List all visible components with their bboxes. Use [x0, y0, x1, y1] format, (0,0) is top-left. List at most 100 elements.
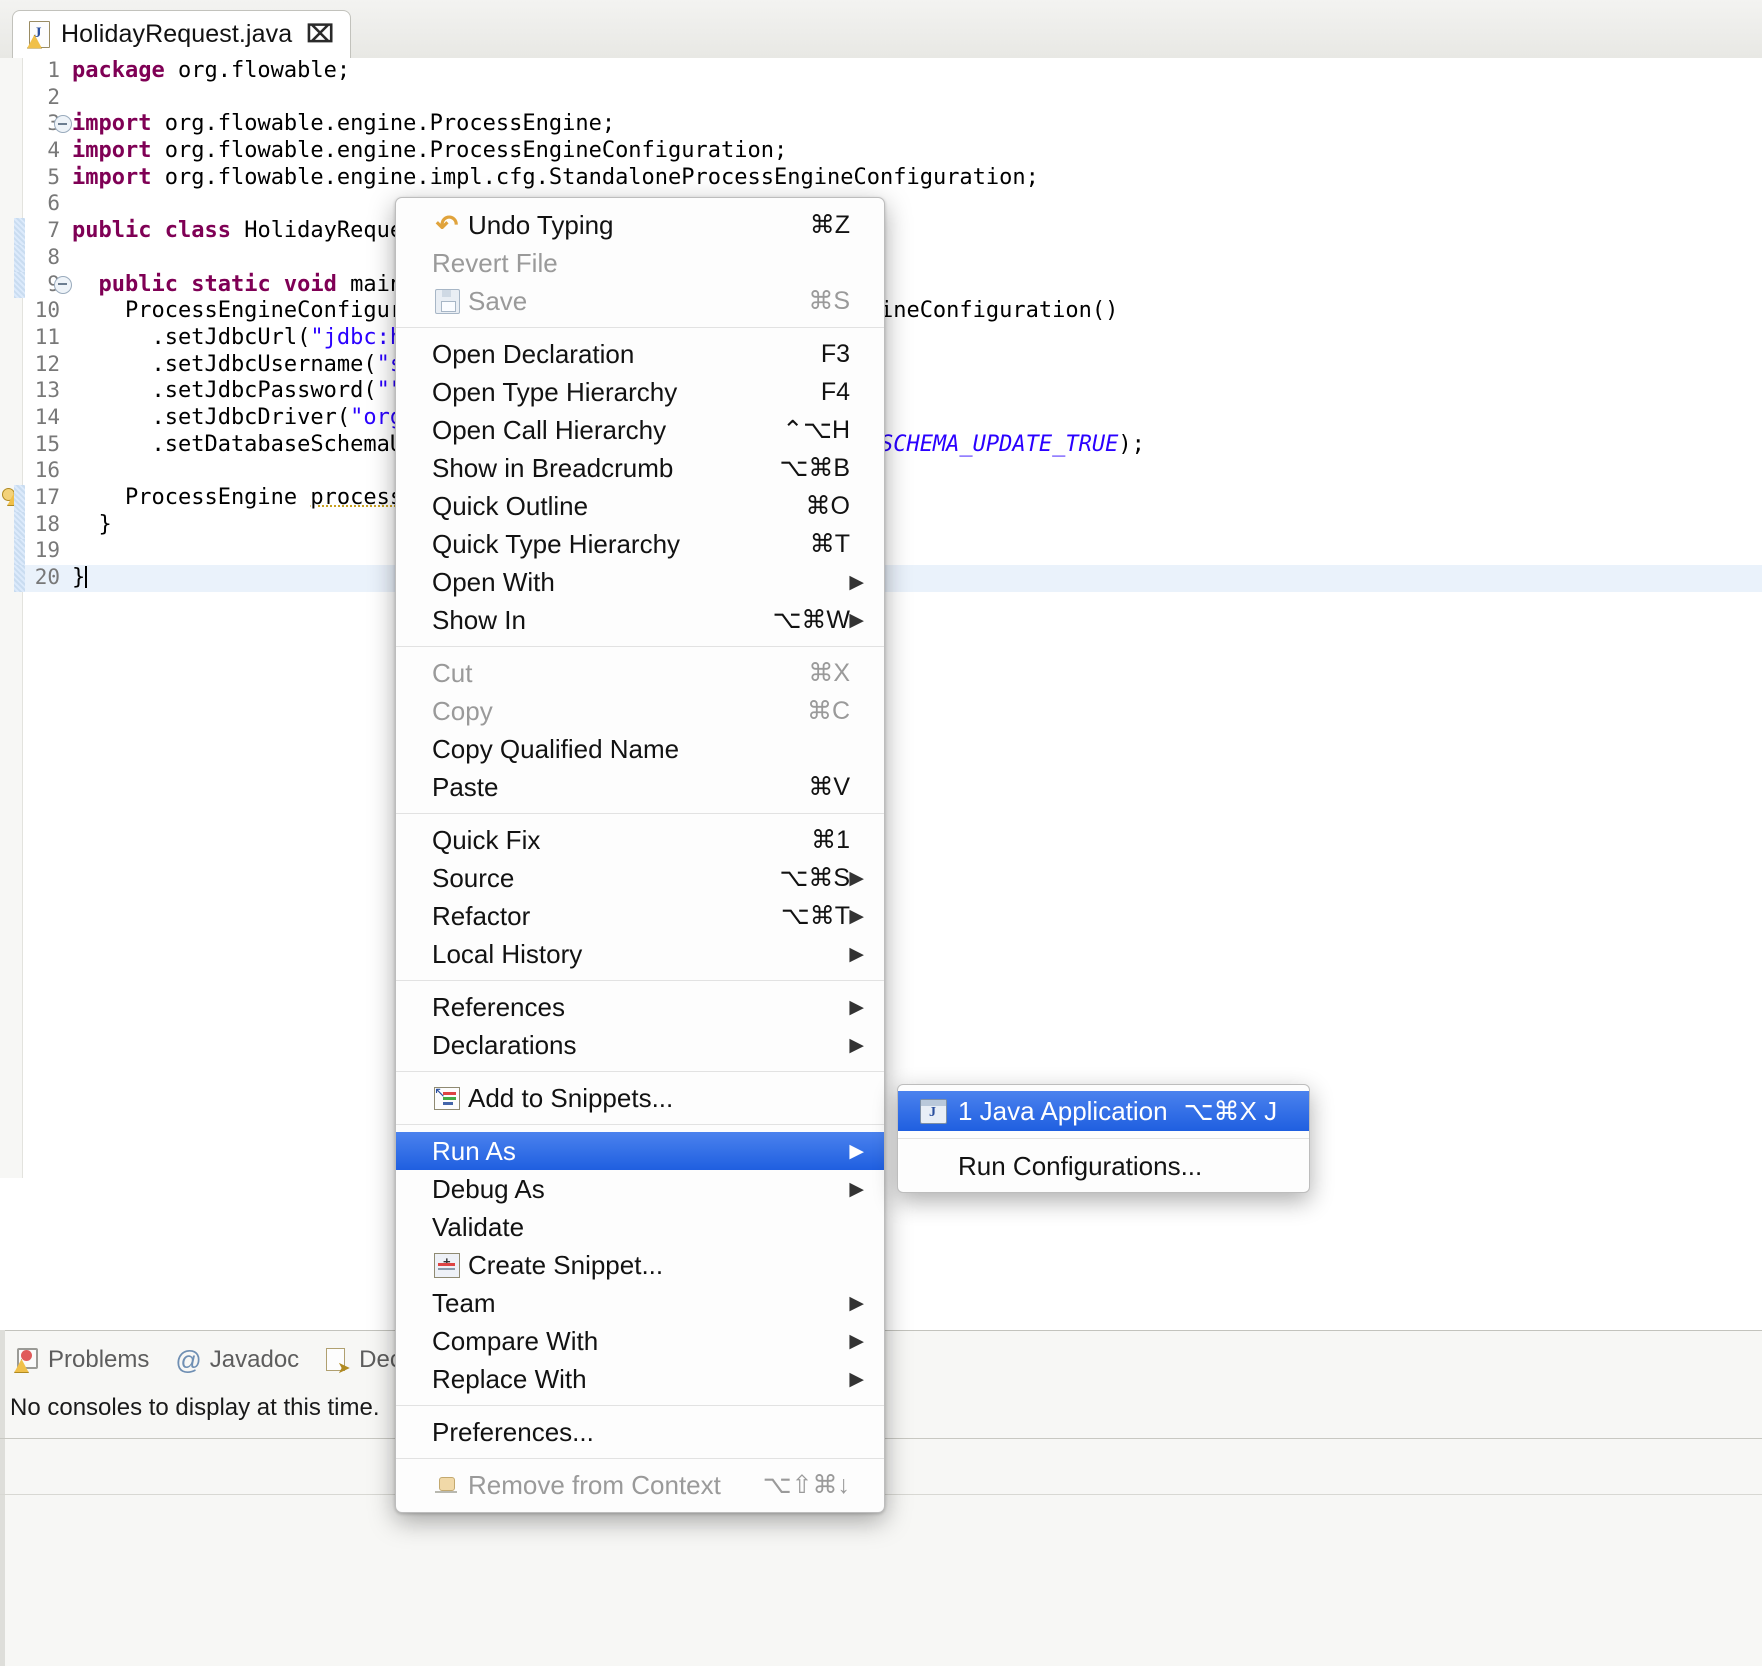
chevron-right-icon: ▶ [849, 1178, 864, 1201]
menu-item-copy-qualified-name[interactable]: Copy Qualified Name [396, 730, 884, 768]
save-icon [435, 289, 460, 314]
menu-item-validate[interactable]: Validate [396, 1208, 884, 1246]
java-file-icon: J [27, 21, 51, 49]
fold-collapse-icon[interactable] [54, 276, 72, 294]
editor-tab-label: HolidayRequest.java [61, 20, 292, 49]
menu-item-quick-type-hierarchy[interactable]: Quick Type Hierarchy⌘T [396, 525, 884, 563]
submenu-item-run-configurations[interactable]: Run Configurations... [898, 1146, 1309, 1186]
code-text: package org.flowable; [72, 58, 350, 83]
line-number: 6 [0, 191, 60, 215]
menu-separator [396, 980, 884, 981]
menu-item-paste[interactable]: Paste⌘V [396, 768, 884, 806]
problems-icon [14, 1347, 40, 1373]
menu-item-label: Create Snippet... [468, 1250, 663, 1281]
menu-item-shortcut: F4 [821, 378, 850, 407]
chevron-right-icon: ▶ [849, 905, 864, 928]
code-text: import org.flowable.engine.impl.cfg.Stan… [72, 165, 1039, 190]
submenu-item-icon: J [920, 1099, 948, 1124]
menu-item-shortcut: ⌘O [806, 491, 850, 521]
menu-item-debug-as[interactable]: Debug As▶ [396, 1170, 884, 1208]
menu-item-quick-fix[interactable]: Quick Fix⌘1 [396, 821, 884, 859]
menu-item-label: Show in Breadcrumb [432, 453, 673, 484]
line-number: 12 [0, 352, 60, 376]
editor-tabstrip: J HolidayRequest.java ⌧ [0, 0, 1762, 59]
menu-item-team[interactable]: Team▶ [396, 1284, 884, 1322]
menu-item-add-to-snippets[interactable]: ↖Add to Snippets... [396, 1079, 884, 1117]
menu-item-quick-outline[interactable]: Quick Outline ⌘O [396, 487, 884, 525]
current-line-highlight [22, 565, 1762, 592]
menu-separator [396, 1405, 884, 1406]
submenu-separator [898, 1138, 1309, 1139]
menu-separator [396, 1071, 884, 1072]
submenu-item-1-java-application[interactable]: J 1 Java Application ⌥⌘X J [898, 1091, 1309, 1131]
tab-problems[interactable]: Problems [14, 1346, 149, 1374]
menu-item-icon: ↶ [432, 212, 462, 239]
line-number: 3 [0, 111, 60, 135]
menu-item-references[interactable]: References▶ [396, 988, 884, 1026]
menu-item-create-snippet[interactable]: + Create Snippet... [396, 1246, 884, 1284]
menu-item-label: Quick Type Hierarchy [432, 529, 680, 560]
code-text: } [72, 512, 112, 537]
undo-icon: ↶ [436, 212, 459, 239]
code-line: 5import org.flowable.engine.impl.cfg.Sta… [0, 165, 1762, 192]
menu-item-open-declaration[interactable]: Open DeclarationF3 [396, 335, 884, 373]
menu-item-source[interactable]: Source⌥⌘S▶ [396, 859, 884, 897]
menu-item-label: Refactor [432, 901, 530, 932]
menu-item-open-with[interactable]: Open With▶ [396, 563, 884, 601]
menu-item-label: Remove from Context [468, 1470, 721, 1501]
code-text: import org.flowable.engine.ProcessEngine… [72, 111, 615, 136]
menu-item-run-as[interactable]: Run As▶ [396, 1132, 884, 1170]
line-number: 20 [0, 565, 60, 589]
menu-item-copy: Copy⌘C [396, 692, 884, 730]
menu-item-refactor[interactable]: Refactor⌥⌘T▶ [396, 897, 884, 935]
editor-tab-holidayrequest[interactable]: J HolidayRequest.java ⌧ [12, 10, 351, 58]
tab-javadoc[interactable]: @ Javadoc [175, 1346, 299, 1374]
menu-item-shortcut: ⌃⌥H [782, 415, 850, 445]
submenu-item-label: 1 Java Application [958, 1096, 1168, 1127]
menu-item-label: Declarations [432, 1030, 577, 1061]
menu-item-show-in[interactable]: Show In⌥⌘W▶ [396, 601, 884, 639]
menu-item-shortcut: ⌘V [808, 772, 850, 802]
menu-item-cut: Cut⌘X [396, 654, 884, 692]
menu-item-preferences[interactable]: Preferences... [396, 1413, 884, 1451]
chevron-right-icon: ▶ [849, 1330, 864, 1353]
line-number: 15 [0, 432, 60, 456]
code-line: 2 [0, 85, 1762, 112]
menu-item-label: Compare With [432, 1326, 598, 1357]
close-icon[interactable]: ⌧ [306, 20, 334, 49]
menu-item-compare-with[interactable]: Compare With ▶ [396, 1322, 884, 1360]
menu-item-icon: + [432, 1253, 462, 1278]
menu-separator [396, 1458, 884, 1459]
javadoc-icon: @ [175, 1347, 201, 1373]
selection-marker [14, 218, 25, 245]
java-app-icon: J [920, 1099, 947, 1124]
menu-item-label: Local History [432, 939, 582, 970]
chevron-right-icon: ▶ [849, 867, 864, 890]
create-snippet-icon: + [434, 1253, 460, 1278]
menu-item-declarations[interactable]: Declarations ▶ [396, 1026, 884, 1064]
menu-item-shortcut: ⌥⌘S [780, 863, 850, 893]
menu-item-undo-typing[interactable]: ↶Undo Typing⌘Z [396, 206, 884, 244]
menu-item-replace-with[interactable]: Replace With▶ [396, 1360, 884, 1398]
line-number: 10 [0, 298, 60, 322]
line-number: 1 [0, 58, 60, 82]
chevron-right-icon: ▶ [849, 1292, 864, 1315]
selection-marker [14, 485, 25, 512]
menu-item-show-in-breadcrumb[interactable]: Show in Breadcrumb⌥⌘B [396, 449, 884, 487]
menu-item-open-type-hierarchy[interactable]: Open Type HierarchyF4 [396, 373, 884, 411]
menu-item-open-call-hierarchy[interactable]: Open Call Hierarchy⌃⌥H [396, 411, 884, 449]
line-number: 11 [0, 325, 60, 349]
snippet-icon: ↖ [434, 1087, 460, 1110]
submenu-item-shortcut: ⌥⌘X J [1184, 1096, 1278, 1127]
run-as-submenu[interactable]: J 1 Java Application ⌥⌘X J Run Configuratio… [897, 1084, 1310, 1193]
menu-item-label: Revert File [432, 248, 558, 279]
text-caret [85, 566, 87, 588]
fold-collapse-icon[interactable] [54, 115, 72, 133]
menu-item-label: Preferences... [432, 1417, 594, 1448]
menu-item-local-history[interactable]: Local History▶ [396, 935, 884, 973]
editor-context-menu[interactable]: ↶Undo Typing⌘ZRevert FileSave⌘SOpen Decl… [395, 197, 885, 1513]
menu-item-label: Run As [432, 1136, 516, 1167]
menu-item-label: References [432, 992, 565, 1023]
chevron-right-icon: ▶ [849, 1034, 864, 1057]
menu-item-label: Quick Outline [432, 491, 588, 522]
